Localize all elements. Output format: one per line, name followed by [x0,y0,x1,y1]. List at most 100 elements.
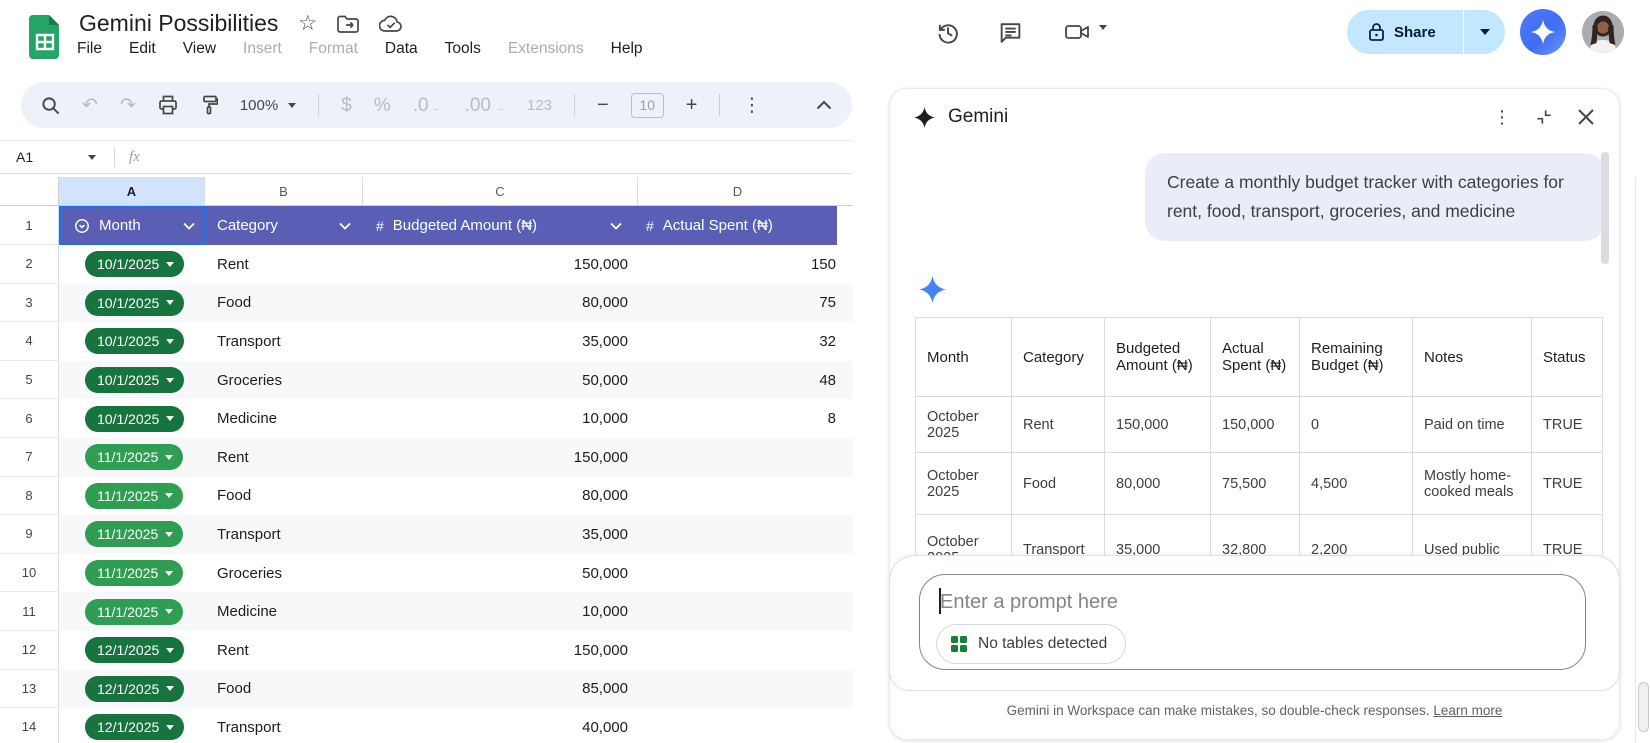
cell-month[interactable]: 12/1/2025 [59,708,205,743]
cell-actual[interactable] [638,515,837,554]
cell-month[interactable]: 11/1/2025 [59,554,205,593]
cell-actual[interactable] [638,592,837,631]
zoom-select[interactable]: 100% [240,97,297,114]
cloud-saved-icon[interactable] [379,14,403,33]
cell-budgeted[interactable]: 150,000 [363,245,638,284]
row-number[interactable]: 1 [0,206,59,245]
star-icon[interactable]: ☆ [298,13,317,34]
date-chip[interactable]: 12/1/2025 [85,675,185,702]
cell-category[interactable]: Transport [205,322,363,361]
cell-budgeted[interactable]: 150,000 [363,631,638,670]
gemini-app-button[interactable] [1520,9,1566,55]
grid-vertical-scrollbar[interactable] [1635,177,1650,743]
cell-month[interactable]: 10/1/2025 [59,245,205,284]
panel-more-options-icon[interactable]: ⋮ [1493,108,1511,126]
cell-category[interactable]: Medicine [205,399,363,438]
menu-file[interactable]: File [77,40,102,58]
cell-actual[interactable] [638,670,837,709]
filter-chevron-icon[interactable] [339,222,351,230]
date-chip[interactable]: 11/1/2025 [85,444,184,471]
cell-month[interactable]: 10/1/2025 [59,322,205,361]
date-chip[interactable]: 12/1/2025 [85,637,185,664]
format-currency-icon[interactable]: $ [341,96,352,115]
row-number[interactable]: 5 [0,360,59,400]
cell-category[interactable]: Rent [205,631,363,670]
date-chip[interactable]: 10/1/2025 [85,405,185,432]
header-cell-month[interactable]: Month [59,206,205,245]
cell-budgeted[interactable]: 35,000 [363,322,638,361]
cell-budgeted[interactable]: 10,000 [363,592,638,631]
cell-month[interactable]: 11/1/2025 [59,438,205,477]
header-cell-budgeted[interactable]: # Budgeted Amount (₦) [363,206,638,245]
row-number[interactable]: 7 [0,437,59,477]
row-number[interactable]: 8 [0,476,59,516]
search-icon[interactable] [41,96,60,115]
cell-month[interactable]: 10/1/2025 [59,399,205,438]
cell-month[interactable]: 11/1/2025 [59,592,205,631]
document-title[interactable]: Gemini Possibilities [79,10,278,37]
cell-category[interactable]: Transport [205,708,363,743]
font-size-input[interactable]: 10 [630,92,664,118]
date-chip[interactable]: 11/1/2025 [85,482,184,509]
no-tables-chip[interactable]: No tables detected [936,624,1127,664]
column-header-c[interactable]: C [363,177,638,205]
cell-actual[interactable]: 32 [638,322,837,361]
cell-budgeted[interactable]: 150,000 [363,438,638,477]
date-chip[interactable]: 12/1/2025 [85,714,185,741]
sheets-logo-icon[interactable] [29,15,61,59]
prompt-input[interactable] [940,587,1540,617]
move-to-folder-icon[interactable] [337,15,360,33]
increase-decimal-icon[interactable]: .00 → [465,96,505,115]
format-percent-icon[interactable]: % [374,96,391,115]
more-options-icon[interactable]: ⋮ [742,96,761,115]
cell-actual[interactable]: 48 [638,361,837,400]
cell-category[interactable]: Food [205,670,363,709]
select-all-corner[interactable] [0,177,59,205]
cell-actual[interactable] [638,438,837,477]
panel-collapse-icon[interactable] [1534,107,1554,127]
header-cell-category[interactable]: Category [205,206,363,245]
date-chip[interactable]: 11/1/2025 [85,598,184,625]
cell-actual[interactable]: 150 [638,245,837,284]
menu-format[interactable]: Format [309,40,358,58]
menu-data[interactable]: Data [385,40,418,58]
menu-extensions[interactable]: Extensions [508,40,584,58]
cell-budgeted[interactable]: 80,000 [363,477,638,516]
column-header-b[interactable]: B [205,177,363,205]
cell-month[interactable]: 11/1/2025 [59,515,205,554]
version-history-icon[interactable] [935,20,961,46]
filter-chevron-icon[interactable] [183,222,195,230]
row-number[interactable]: 11 [0,592,59,631]
cell-month[interactable]: 10/1/2025 [59,284,205,323]
cell-category[interactable]: Groceries [205,361,363,400]
cell-month[interactable]: 11/1/2025 [59,477,205,516]
meet-dropdown-caret-icon[interactable] [1099,25,1107,48]
account-avatar[interactable] [1582,11,1624,53]
paint-format-icon[interactable] [200,95,218,115]
row-number[interactable]: 10 [0,553,59,593]
filter-chevron-icon[interactable] [610,222,622,230]
cell-actual[interactable]: 75 [638,284,837,323]
cell-budgeted[interactable]: 10,000 [363,399,638,438]
cell-month[interactable]: 12/1/2025 [59,631,205,670]
name-box-caret-icon[interactable] [88,154,96,160]
cell-actual[interactable] [638,708,837,743]
increase-font-size-button[interactable]: + [686,95,698,115]
decrease-decimal-icon[interactable]: .0 ← [413,96,443,115]
column-header-a[interactable]: A [59,177,205,205]
cell-budgeted[interactable]: 35,000 [363,515,638,554]
menu-tools[interactable]: Tools [445,40,481,58]
print-icon[interactable] [158,95,178,115]
date-chip[interactable]: 11/1/2025 [85,560,184,587]
cell-category[interactable]: Medicine [205,592,363,631]
panel-close-icon[interactable] [1577,108,1595,126]
cell-actual[interactable] [638,477,837,516]
row-number[interactable]: 13 [0,669,59,709]
learn-more-link[interactable]: Learn more [1433,703,1502,718]
panel-scrollbar[interactable] [1601,152,1609,264]
column-header-d[interactable]: D [638,177,837,205]
row-number[interactable]: 2 [0,245,59,284]
cell-month[interactable]: 12/1/2025 [59,670,205,709]
row-number[interactable]: 4 [0,322,59,361]
cell-category[interactable]: Rent [205,438,363,477]
